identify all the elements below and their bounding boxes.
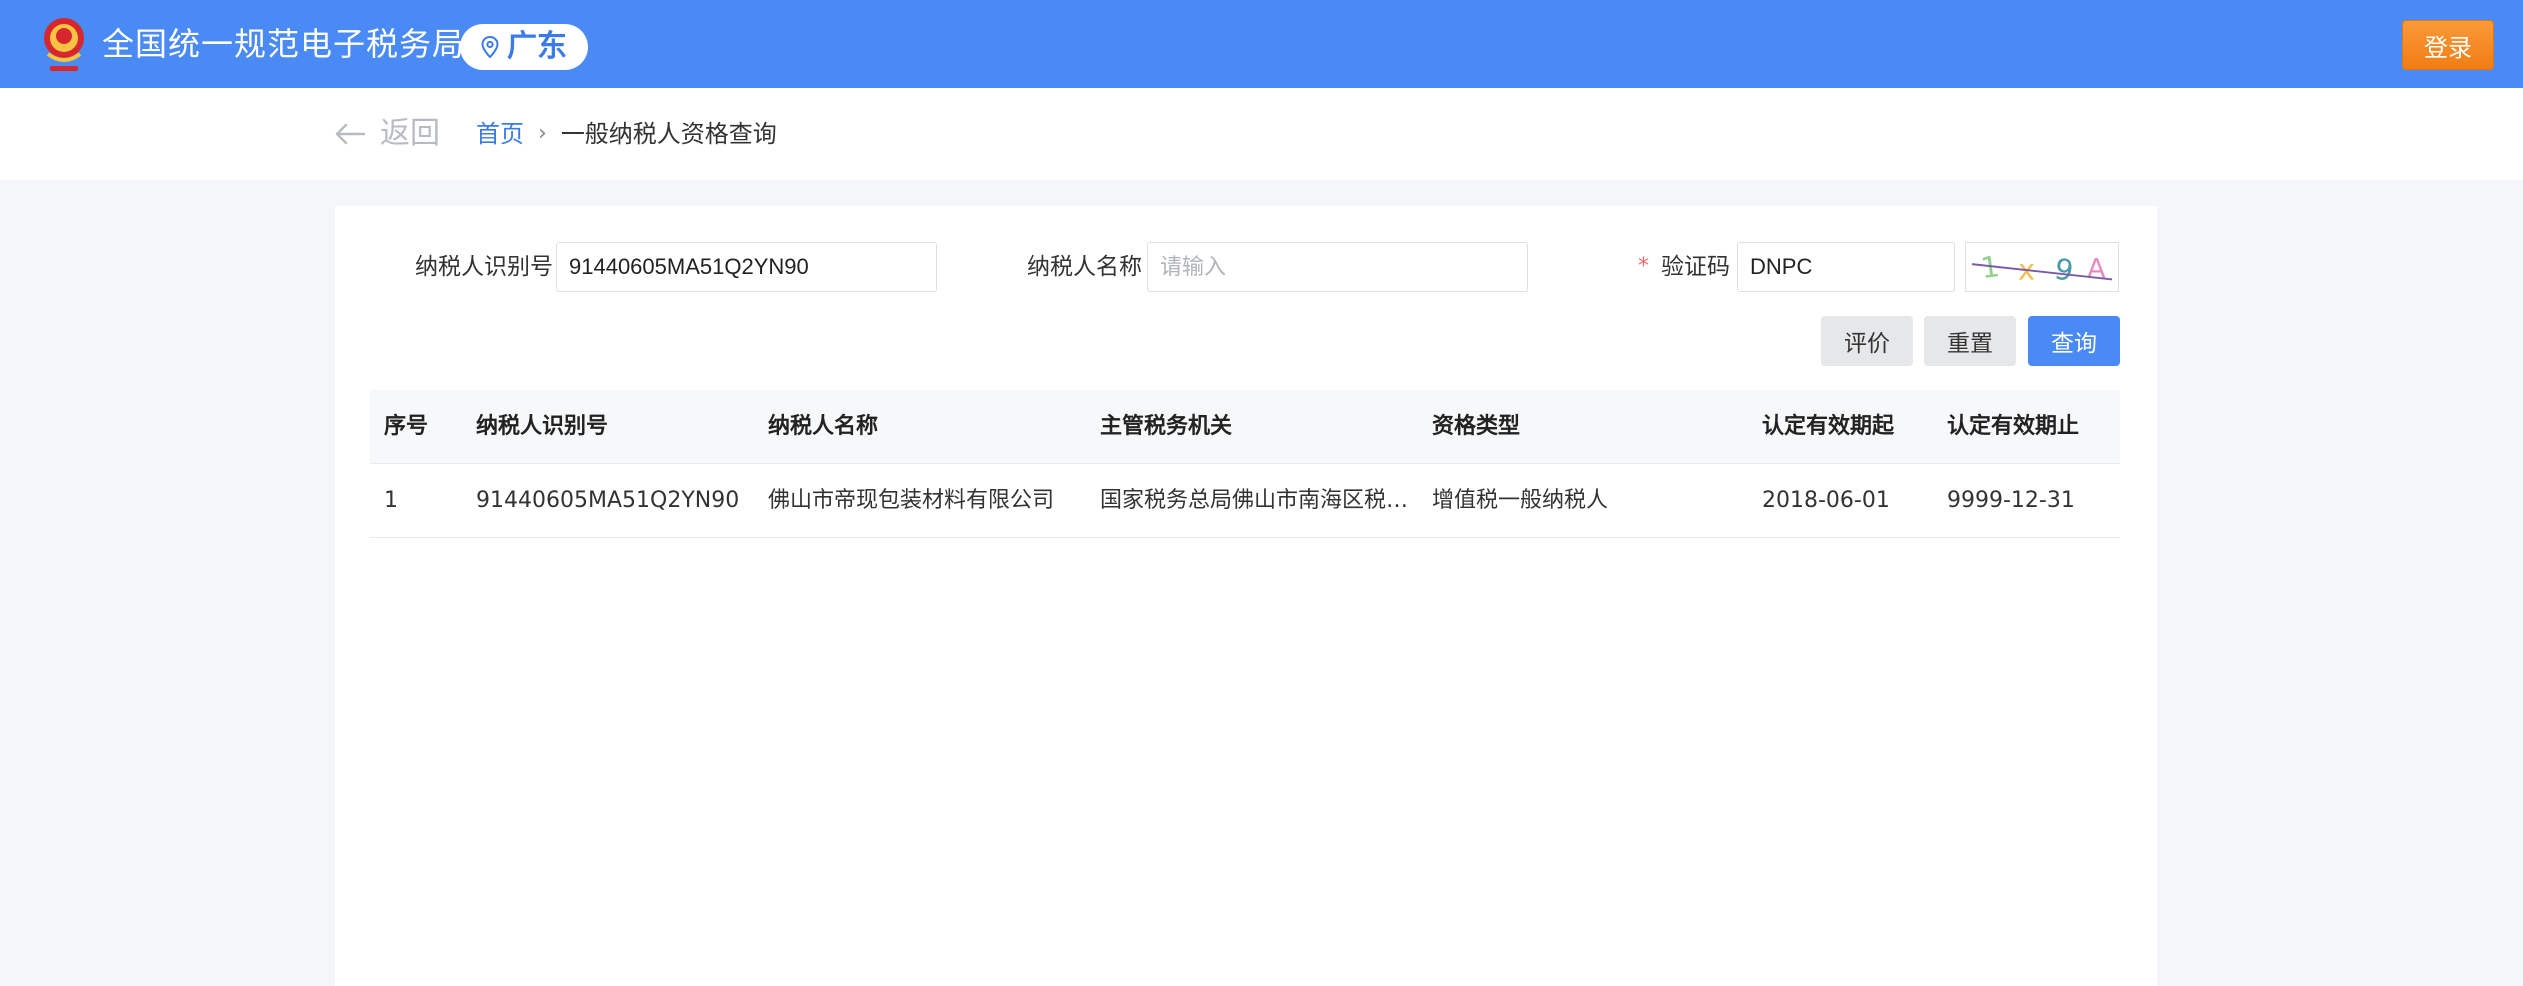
back-label: 返回 (380, 116, 440, 151)
table-cell: 1 (384, 487, 398, 513)
table-cell: 91440605MA51Q2YN90 (476, 487, 740, 513)
arrow-left-icon (335, 123, 366, 145)
captcha-label: 验证码 (1661, 254, 1730, 280)
captcha-input[interactable] (1737, 242, 1955, 292)
table-row[interactable]: 1 91440605MA51Q2YN90 佛山市帝现包装材料有限公司 国家税务总… (370, 464, 2120, 538)
top-header: 全国统一规范电子税务局 广东 登录 (0, 0, 2523, 88)
table-cell: 国家税务总局佛山市南海区税… (1100, 487, 1409, 513)
breadcrumb-home-link[interactable]: 首页 (476, 118, 524, 150)
breadcrumb-bar: 返回 首页 › 一般纳税人资格查询 (0, 88, 2523, 180)
table-cell: 增值税一般纳税人 (1432, 487, 1609, 513)
captcha-image[interactable]: 1 x 9 A (1965, 242, 2119, 292)
taxpayer-id-input[interactable] (556, 242, 937, 292)
column-header: 认定有效期止 (1947, 413, 2080, 439)
table-cell: 佛山市帝现包装材料有限公司 (768, 487, 1055, 513)
query-button[interactable]: 查询 (2028, 316, 2120, 366)
breadcrumb: 首页 › 一般纳税人资格查询 (476, 118, 777, 150)
back-button[interactable]: 返回 (334, 114, 440, 154)
column-header: 主管税务机关 (1100, 413, 1233, 439)
table-header: 序号 纳税人识别号 纳税人名称 主管税务机关 资格类型 认定有效期起 认定有效期… (370, 390, 2120, 464)
column-header: 序号 (384, 413, 429, 439)
region-selector[interactable]: 广东 (460, 24, 588, 70)
column-header: 资格类型 (1432, 413, 1521, 439)
region-name: 广东 (507, 29, 567, 64)
svg-text:A: A (2087, 254, 2106, 285)
reset-button[interactable]: 重置 (1924, 316, 2016, 366)
chevron-right-icon: › (538, 121, 547, 146)
login-button[interactable]: 登录 (2402, 20, 2494, 70)
table-cell: 9999-12-31 (1947, 487, 2075, 513)
taxpayer-name-label: 纳税人名称 (1027, 254, 1142, 280)
svg-text:9: 9 (2052, 251, 2076, 288)
column-header: 认定有效期起 (1762, 413, 1895, 439)
site-title: 全国统一规范电子税务局 (102, 25, 466, 63)
query-panel: 纳税人识别号 纳税人名称 * 验证码 1 x 9 A 评价 重置 查询 序号 纳… (335, 206, 2157, 986)
table-cell: 2018-06-01 (1762, 487, 1890, 513)
breadcrumb-current: 一般纳税人资格查询 (560, 120, 777, 148)
column-header: 纳税人名称 (768, 413, 879, 439)
result-table: 序号 纳税人识别号 纳税人名称 主管税务机关 资格类型 认定有效期起 认定有效期… (370, 390, 2120, 538)
required-mark: * (1638, 254, 1649, 279)
location-pin-icon (481, 36, 499, 58)
tax-emblem-icon (44, 18, 84, 71)
taxpayer-name-input[interactable] (1147, 242, 1528, 292)
taxpayer-id-label: 纳税人识别号 (415, 254, 553, 280)
column-header: 纳税人识别号 (476, 413, 609, 439)
evaluate-button[interactable]: 评价 (1821, 316, 1913, 366)
